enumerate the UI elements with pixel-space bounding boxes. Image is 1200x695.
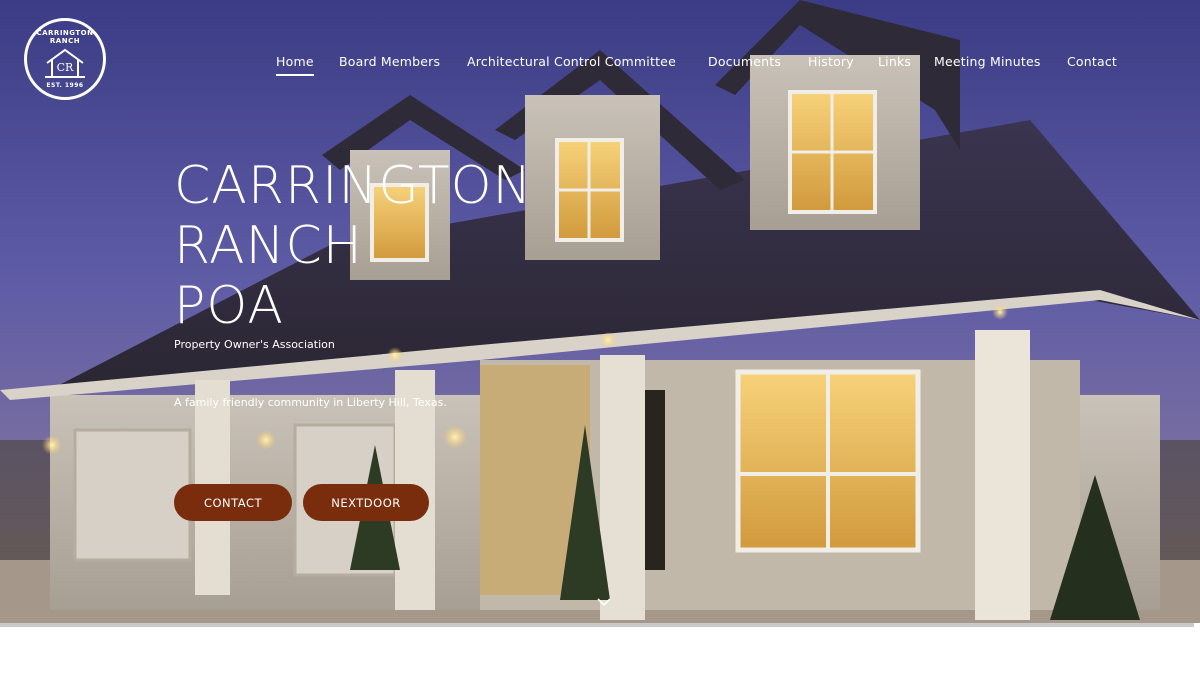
- site-logo[interactable]: CARRINGTON RANCH CR EST. 1996: [24, 18, 106, 100]
- hero-title-line2: RANCH: [174, 216, 363, 276]
- nav-item-home[interactable]: Home: [276, 54, 314, 76]
- logo-initials: CR: [57, 61, 74, 74]
- hero-subtitle: Property Owner's Association: [174, 338, 335, 351]
- nav-item-board-members[interactable]: Board Members: [339, 54, 440, 69]
- nav-item-documents[interactable]: Documents: [708, 54, 781, 69]
- nav-item-history[interactable]: History: [808, 54, 854, 69]
- hero-title-line3: POA: [174, 276, 284, 336]
- nav-item-meeting-minutes[interactable]: Meeting Minutes: [934, 54, 1041, 69]
- nav-item-links[interactable]: Links: [878, 54, 911, 69]
- chevron-down-icon[interactable]: [596, 596, 612, 608]
- contact-button[interactable]: CONTACT: [174, 484, 292, 521]
- logo-established: EST. 1996: [46, 82, 84, 89]
- nav-item-contact[interactable]: Contact: [1067, 54, 1117, 69]
- nav-item-architectural-control-committee[interactable]: Architectural Control Committee: [467, 54, 676, 69]
- hero-bottom-border: [0, 623, 1194, 627]
- hero-title-line1: CARRINGTON: [174, 156, 533, 216]
- house-icon: CR: [45, 48, 85, 78]
- logo-name-line2: RANCH: [49, 37, 81, 45]
- logo-name-line1: CARRINGTON: [36, 29, 94, 37]
- hero-title: CARRINGTON RANCH POA: [174, 156, 532, 336]
- hero-tagline: A family friendly community in Liberty H…: [174, 396, 447, 409]
- nextdoor-button[interactable]: NEXTDOOR: [303, 484, 429, 521]
